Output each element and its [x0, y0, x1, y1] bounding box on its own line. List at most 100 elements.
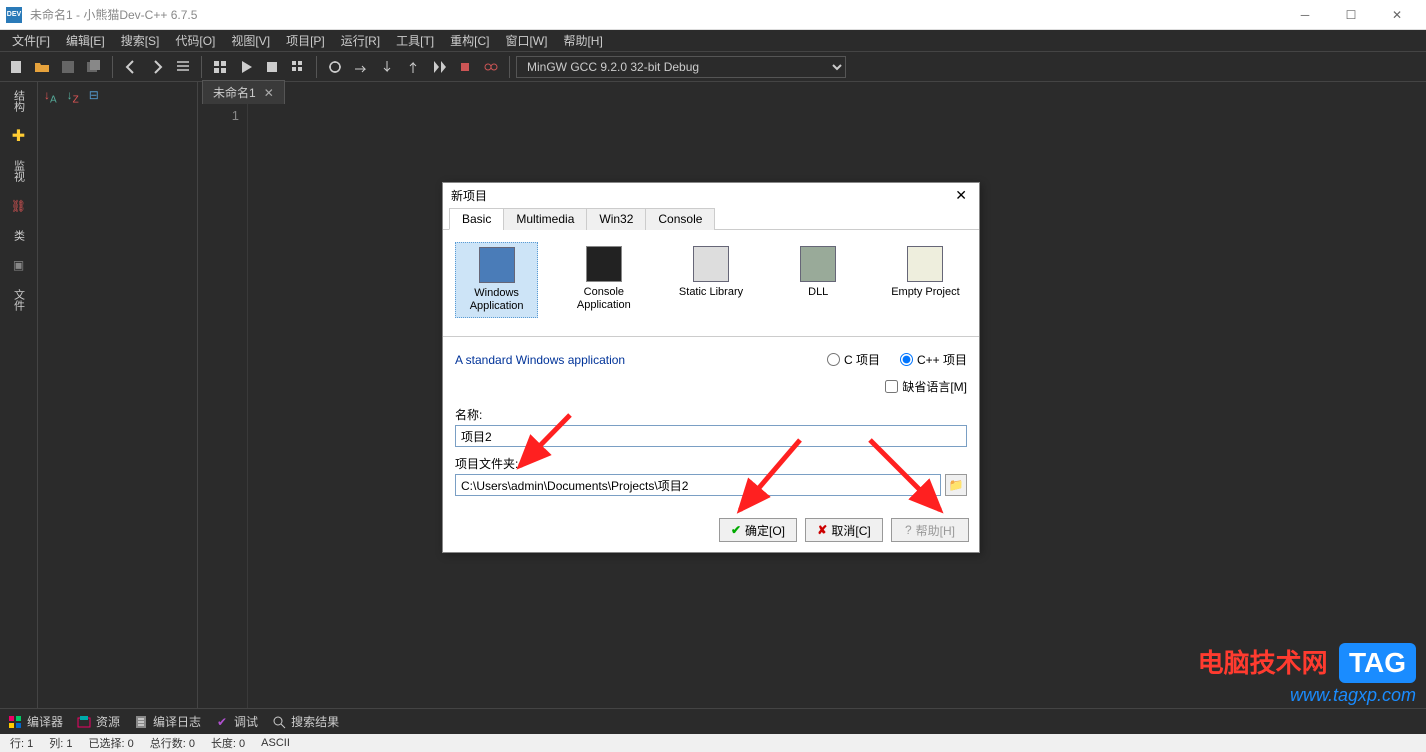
- maximize-button[interactable]: ☐: [1328, 0, 1374, 30]
- log-icon: [134, 715, 148, 729]
- project-description: A standard Windows application: [455, 353, 827, 367]
- statusbar: 行: 1 列: 1 已选择: 0 总行数: 0 长度: 0 ASCII: [0, 734, 1426, 752]
- status-total: 总行数: 0: [146, 735, 199, 751]
- compiler-select[interactable]: MinGW GCC 9.2.0 32-bit Debug: [516, 56, 846, 78]
- project-type-list: Windows Application Console Application …: [455, 238, 967, 330]
- minimize-button[interactable]: ─: [1282, 0, 1328, 30]
- left-tab-watch[interactable]: 监视: [9, 156, 29, 186]
- checkbox-default-language[interactable]: 缺省语言[M]: [885, 378, 967, 395]
- tree-icon[interactable]: ⊟: [89, 88, 99, 105]
- save-icon[interactable]: [56, 55, 80, 79]
- menu-tools[interactable]: 工具[T]: [388, 30, 442, 51]
- menu-code[interactable]: 代码[O]: [167, 30, 223, 51]
- radio-cpp-project[interactable]: C++ 项目: [900, 351, 967, 368]
- line-gutter: 1: [198, 104, 248, 708]
- compile-icon[interactable]: [208, 55, 232, 79]
- dialog-close-icon[interactable]: ✕: [951, 187, 971, 204]
- watermark-tag: TAG: [1339, 643, 1416, 683]
- project-name-input[interactable]: [455, 425, 967, 447]
- file-tabbar: 未命名1 ✕: [198, 82, 1426, 104]
- dialog-tab-win32[interactable]: Win32: [586, 208, 646, 230]
- bottom-panel-tabs: 编译器 资源 编译日志 ✔调试 搜索结果: [0, 708, 1426, 734]
- left-tab-class[interactable]: 类: [9, 226, 29, 245]
- empty-project-icon: [907, 246, 943, 282]
- close-button[interactable]: ✕: [1374, 0, 1420, 30]
- status-sel: 已选择: 0: [84, 735, 137, 751]
- bottom-tab-debug[interactable]: ✔调试: [215, 713, 258, 730]
- stop-icon[interactable]: [260, 55, 284, 79]
- browse-folder-button[interactable]: 📁: [945, 474, 967, 496]
- debug-icon[interactable]: [323, 55, 347, 79]
- file-tab[interactable]: 未命名1 ✕: [202, 80, 285, 104]
- compile-run-icon[interactable]: [286, 55, 310, 79]
- bottom-tab-compiler[interactable]: 编译器: [8, 713, 63, 730]
- project-type-dll[interactable]: DLL: [777, 242, 860, 318]
- watermark-url: www.tagxp.com: [1198, 685, 1416, 706]
- left-tab-files[interactable]: 文件: [9, 285, 29, 315]
- project-type-console-app[interactable]: Console Application: [562, 242, 645, 318]
- project-folder-input[interactable]: [455, 474, 941, 496]
- menu-project[interactable]: 项目[P]: [278, 30, 333, 51]
- help-button[interactable]: ?帮助[H]: [891, 518, 969, 542]
- step-into-icon[interactable]: [375, 55, 399, 79]
- menu-file[interactable]: 文件[F]: [4, 30, 58, 51]
- search-icon: [272, 715, 286, 729]
- menubar: 文件[F] 编辑[E] 搜索[S] 代码[O] 视图[V] 项目[P] 运行[R…: [0, 30, 1426, 52]
- menu-refactor[interactable]: 重构[C]: [442, 30, 497, 51]
- bottom-tab-resource[interactable]: 资源: [77, 713, 120, 730]
- menu-edit[interactable]: 编辑[E]: [58, 30, 113, 51]
- resource-icon: [77, 715, 91, 729]
- bottom-tab-search[interactable]: 搜索结果: [272, 713, 339, 730]
- run-icon[interactable]: [234, 55, 258, 79]
- class-icon[interactable]: ⛓: [9, 196, 29, 216]
- add-icon[interactable]: ✚: [9, 126, 29, 146]
- dialog-tab-basic[interactable]: Basic: [449, 208, 504, 230]
- window-title: 未命名1 - 小熊猫Dev-C++ 6.7.5: [30, 6, 1282, 23]
- step-out-icon[interactable]: [401, 55, 425, 79]
- menu-help[interactable]: 帮助[H]: [555, 30, 610, 51]
- back-icon[interactable]: [119, 55, 143, 79]
- step-over-icon[interactable]: [349, 55, 373, 79]
- app-icon: DEV: [6, 7, 22, 23]
- radio-c-project[interactable]: C 项目: [827, 351, 880, 368]
- dialog-tab-console[interactable]: Console: [645, 208, 715, 230]
- bottom-tab-log[interactable]: 编译日志: [134, 713, 201, 730]
- menu-view[interactable]: 视图[V]: [223, 30, 278, 51]
- check-icon: ✔: [731, 523, 741, 537]
- project-type-empty[interactable]: Empty Project: [884, 242, 967, 318]
- file-tab-close-icon[interactable]: ✕: [264, 86, 274, 100]
- menu-search[interactable]: 搜索[S]: [113, 30, 168, 51]
- file-tab-label: 未命名1: [213, 84, 256, 101]
- forward-icon[interactable]: [145, 55, 169, 79]
- sort-az-icon[interactable]: ↓A: [44, 88, 57, 105]
- dialog-tab-multimedia[interactable]: Multimedia: [503, 208, 587, 230]
- save-all-icon[interactable]: [82, 55, 106, 79]
- sidebar: ↓A ↓Z ⊟: [38, 82, 198, 708]
- continue-icon[interactable]: [427, 55, 451, 79]
- folder-icon: 📁: [949, 478, 964, 492]
- status-col: 列: 1: [45, 735, 76, 751]
- sort-za-icon[interactable]: ↓Z: [67, 88, 79, 105]
- left-tab-structure[interactable]: 结构: [9, 86, 29, 116]
- status-len: 长度: 0: [207, 735, 249, 751]
- debug-check-icon: ✔: [215, 715, 229, 729]
- open-file-icon[interactable]: [30, 55, 54, 79]
- menu-window[interactable]: 窗口[W]: [497, 30, 555, 51]
- watch-icon[interactable]: [479, 55, 503, 79]
- dll-icon: [800, 246, 836, 282]
- folder-field-label: 项目文件夹:: [455, 455, 967, 472]
- dialog-title: 新项目: [451, 187, 951, 204]
- stop-debug-icon[interactable]: [453, 55, 477, 79]
- cancel-button[interactable]: ✘取消[C]: [805, 518, 883, 542]
- toolbar: MinGW GCC 9.2.0 32-bit Debug: [0, 52, 1426, 82]
- project-type-static-lib[interactable]: Static Library: [669, 242, 752, 318]
- ok-button[interactable]: ✔确定[O]: [719, 518, 797, 542]
- cross-icon: ✘: [817, 523, 827, 537]
- menu-run[interactable]: 运行[R]: [333, 30, 388, 51]
- question-icon: ?: [905, 523, 912, 537]
- indent-icon[interactable]: [171, 55, 195, 79]
- files-icon[interactable]: ▣: [9, 255, 29, 275]
- dialog-tabs: Basic Multimedia Win32 Console: [443, 207, 979, 230]
- project-type-windows-app[interactable]: Windows Application: [455, 242, 538, 318]
- new-file-icon[interactable]: [4, 55, 28, 79]
